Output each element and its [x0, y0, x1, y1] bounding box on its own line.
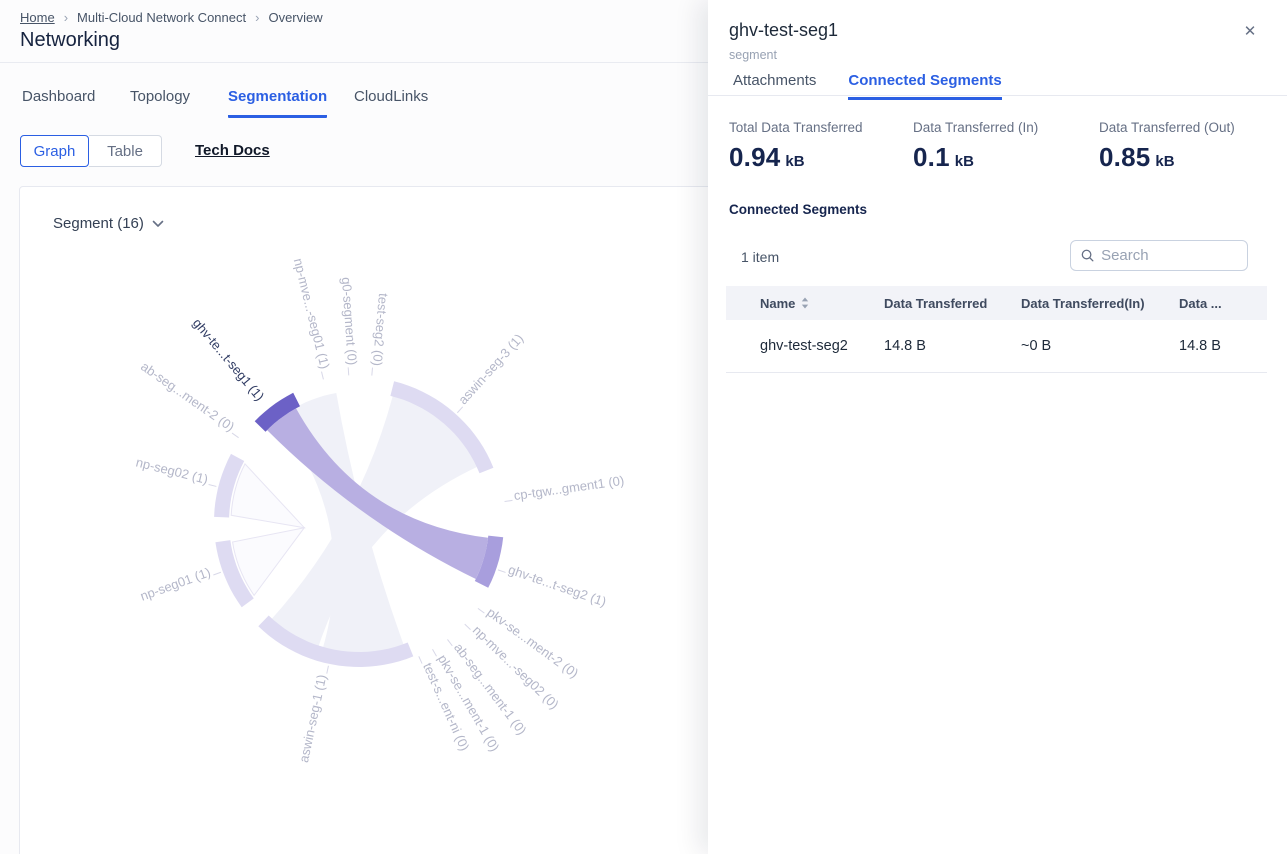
chord-leader-line	[478, 608, 484, 613]
connected-segments-table: Name Data Transferred Data Transferred(I…	[726, 286, 1267, 373]
stat-label: Total Data Transferred	[729, 120, 913, 135]
chord-leader-line	[465, 624, 471, 630]
search-box[interactable]	[1070, 240, 1248, 271]
table-row[interactable]: ghv-test-seg2 14.8 B ~0 B 14.8 B	[726, 320, 1267, 373]
stat-value: 0.1	[913, 142, 950, 173]
chord-label[interactable]: ghv-te...t-seg2 (1)	[506, 562, 608, 610]
chord-leader-line	[447, 639, 452, 645]
chord-leader-line	[498, 570, 506, 573]
stats-row: Total Data Transferred 0.94 kB Data Tran…	[729, 120, 1283, 173]
stat-label: Data Transferred (Out)	[1099, 120, 1283, 135]
stat-total-data: Total Data Transferred 0.94 kB	[729, 120, 913, 173]
column-header-data-out: Data ...	[1179, 296, 1267, 311]
stat-label: Data Transferred (In)	[913, 120, 1099, 135]
chord-label[interactable]: g0-segment (0)	[339, 277, 360, 366]
panel-subtitle: segment	[729, 48, 777, 62]
tech-docs-link[interactable]: Tech Docs	[195, 142, 270, 159]
column-header-data-transferred: Data Transferred	[884, 296, 1021, 311]
chord-label[interactable]: aswin-seg-3 (1)	[455, 331, 526, 408]
chevron-down-icon	[152, 220, 164, 228]
stat-unit: kB	[1155, 153, 1174, 170]
panel-title: ghv-test-seg1	[729, 20, 838, 41]
chord-leader-line	[505, 500, 513, 501]
chevron-right-icon: ›	[64, 10, 68, 25]
chord-leader-line	[232, 433, 239, 438]
stat-unit: kB	[785, 153, 804, 170]
chord-beak	[231, 464, 304, 528]
sort-icon	[801, 297, 809, 309]
chord-label[interactable]: np-seg01 (1)	[138, 564, 212, 603]
tab-segmentation[interactable]: Segmentation	[228, 88, 327, 118]
panel-tabs-divider	[708, 95, 1287, 96]
chord-leader-line	[419, 656, 422, 663]
table-view-button[interactable]: Table	[89, 135, 162, 167]
breadcrumb-item[interactable]: Multi-Cloud Network Connect	[77, 10, 246, 25]
table-header: Name Data Transferred Data Transferred(I…	[726, 286, 1267, 320]
page-title: Networking	[20, 29, 120, 52]
stat-value: 0.85	[1099, 142, 1150, 173]
chord-label[interactable]: cp-tgw...gment1 (0)	[513, 473, 625, 503]
segmentation-chord-diagram[interactable]: ghv-te...t-seg1 (1)ab-seg...ment-2 (0) np…	[20, 187, 709, 854]
cell-data-in: ~0 B	[1021, 338, 1179, 354]
graph-view-button[interactable]: Graph	[20, 135, 89, 167]
stat-data-out: Data Transferred (Out) 0.85 kB	[1099, 120, 1283, 173]
breadcrumb-home-link[interactable]: Home	[20, 10, 55, 25]
view-toggle: Graph Table	[20, 135, 162, 167]
search-icon	[1081, 248, 1094, 263]
column-header-data-in: Data Transferred(In)	[1021, 296, 1179, 311]
segment-filter-dropdown[interactable]: Segment (16)	[53, 215, 164, 232]
chord-label[interactable]: aswin-seg-1 (1)	[296, 673, 329, 764]
chord-leader-line	[372, 368, 373, 376]
chord-label[interactable]: ab-seg...ment-2 (0)	[138, 359, 237, 435]
breadcrumb: Home › Multi-Cloud Network Connect › Ove…	[20, 10, 323, 25]
close-icon[interactable]: ✕	[1239, 20, 1261, 42]
breadcrumb-item: Overview	[268, 10, 322, 25]
stat-value: 0.94	[729, 142, 780, 173]
tab-dashboard[interactable]: Dashboard	[22, 88, 95, 115]
tab-topology[interactable]: Topology	[130, 88, 190, 115]
chord-leader-line	[433, 649, 437, 656]
cell-data-out: 14.8 B	[1179, 338, 1267, 354]
chord-leader-line	[322, 372, 324, 380]
segment-detail-panel: ghv-test-seg1 segment ✕ Attachments Conn…	[708, 0, 1287, 854]
cell-data-transferred: 14.8 B	[884, 338, 1021, 354]
tab-cloudlinks[interactable]: CloudLinks	[354, 88, 428, 115]
chord-leader-line	[213, 572, 221, 575]
search-input[interactable]	[1101, 247, 1237, 264]
chord-leader-line	[457, 407, 462, 413]
chord-label[interactable]: ghv-te...t-seg1 (1)	[190, 315, 267, 403]
segment-filter-label: Segment (16)	[53, 215, 144, 232]
column-header-name[interactable]: Name	[726, 296, 884, 311]
items-count: 1 item	[741, 249, 779, 265]
stat-unit: kB	[955, 153, 974, 170]
chord-leader-line	[327, 666, 329, 674]
chord-label[interactable]: np-mve...-seg01 (1)	[291, 257, 333, 371]
chord-leader-line	[209, 485, 217, 487]
connected-segments-heading: Connected Segments	[729, 202, 867, 217]
chord-label[interactable]: test-seg2 (0)	[370, 293, 391, 367]
cell-segment-name[interactable]: ghv-test-seg2	[726, 338, 884, 354]
chord-label[interactable]: np-seg02 (1)	[134, 455, 209, 487]
stat-data-in: Data Transferred (In) 0.1 kB	[913, 120, 1099, 173]
chord-leader-line	[348, 367, 349, 375]
chevron-right-icon: ›	[255, 10, 259, 25]
